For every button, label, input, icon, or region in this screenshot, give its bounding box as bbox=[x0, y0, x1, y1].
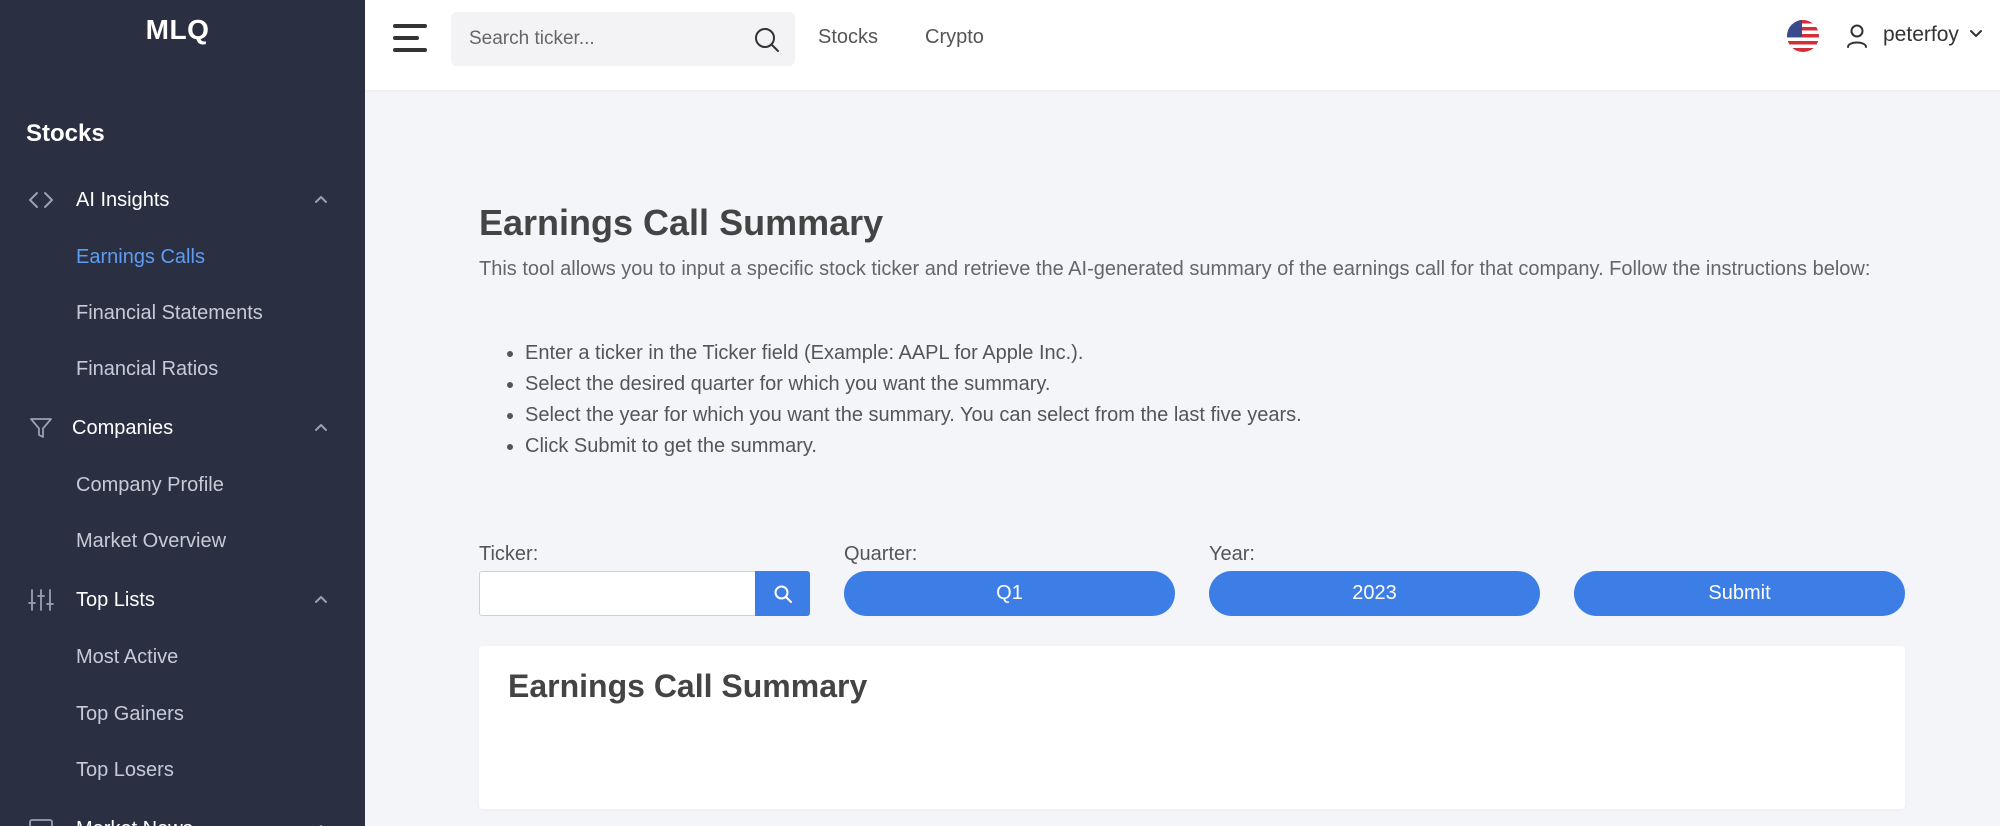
search-icon[interactable] bbox=[753, 26, 781, 54]
user-icon[interactable] bbox=[1845, 22, 1869, 50]
sidebar-group-market-news[interactable]: Market News bbox=[0, 807, 365, 826]
summary-card: Earnings Call Summary bbox=[479, 646, 1905, 809]
sidebar-item-financial-ratios[interactable]: Financial Ratios bbox=[76, 358, 218, 381]
chevron-up-icon bbox=[314, 588, 330, 610]
menu-icon[interactable] bbox=[393, 22, 429, 54]
search-box bbox=[451, 12, 795, 66]
year-select[interactable]: 2023 bbox=[1209, 571, 1540, 616]
ticker-input[interactable] bbox=[479, 571, 756, 616]
topbar: Stocks Crypto peterfoy bbox=[365, 0, 2000, 90]
list-item: Enter a ticker in the Ticker field (Exam… bbox=[479, 338, 1302, 369]
search-icon bbox=[774, 585, 792, 603]
list-item: Click Submit to get the summary. bbox=[479, 431, 1302, 462]
chevron-down-icon[interactable] bbox=[1969, 26, 1983, 42]
nav-link-stocks[interactable]: Stocks bbox=[818, 26, 878, 49]
monitor-icon bbox=[26, 815, 56, 826]
submit-button[interactable]: Submit bbox=[1574, 571, 1905, 616]
chevron-up-icon bbox=[314, 188, 330, 210]
sidebar-item-company-profile[interactable]: Company Profile bbox=[76, 474, 224, 497]
summary-card-title: Earnings Call Summary bbox=[508, 668, 868, 704]
ticker-search-button[interactable] bbox=[755, 571, 810, 616]
sidebar-group-label: Companies bbox=[72, 417, 174, 439]
sidebar-group-label: AI Insights bbox=[76, 189, 170, 211]
quarter-label: Quarter: bbox=[844, 543, 918, 565]
page-title: Earnings Call Summary bbox=[479, 202, 884, 243]
sidebar-item-most-active[interactable]: Most Active bbox=[76, 646, 178, 669]
sidebar-group-label: Top Lists bbox=[76, 589, 155, 611]
chevron-up-icon bbox=[314, 817, 330, 826]
sidebar-group-ai-insights[interactable]: AI Insights bbox=[0, 178, 365, 222]
intro-text: This tool allows you to input a specific… bbox=[479, 258, 1871, 280]
filter-icon bbox=[26, 414, 56, 442]
ticker-label: Ticker: bbox=[479, 543, 539, 565]
nav-link-crypto[interactable]: Crypto bbox=[925, 26, 984, 49]
sidebar: MLQ Stocks AI Insights Earnings Calls Fi… bbox=[0, 0, 365, 826]
list-item: Select the year for which you want the s… bbox=[479, 400, 1302, 431]
code-icon bbox=[26, 186, 56, 214]
sidebar-group-label: Market News bbox=[76, 818, 193, 826]
sidebar-item-earnings-calls[interactable]: Earnings Calls bbox=[76, 246, 205, 269]
us-flag-icon[interactable] bbox=[1787, 20, 1819, 52]
year-label: Year: bbox=[1209, 543, 1255, 565]
chevron-up-icon bbox=[314, 416, 330, 438]
list-item: Select the desired quarter for which you… bbox=[479, 369, 1302, 400]
sidebar-item-financial-statements[interactable]: Financial Statements bbox=[76, 302, 263, 325]
instructions-list: Enter a ticker in the Ticker field (Exam… bbox=[479, 338, 1302, 462]
username[interactable]: peterfoy bbox=[1883, 23, 1959, 47]
sidebar-heading: Stocks bbox=[26, 120, 105, 147]
sidebar-item-market-overview[interactable]: Market Overview bbox=[76, 530, 226, 553]
quarter-select[interactable]: Q1 bbox=[844, 571, 1175, 616]
sliders-icon bbox=[26, 586, 56, 614]
logo[interactable]: MLQ bbox=[0, 14, 355, 46]
sidebar-group-top-lists[interactable]: Top Lists bbox=[0, 578, 365, 622]
sidebar-item-top-gainers[interactable]: Top Gainers bbox=[76, 703, 184, 726]
sidebar-group-companies[interactable]: Companies bbox=[0, 406, 365, 450]
search-input[interactable] bbox=[469, 12, 749, 66]
sidebar-item-top-losers[interactable]: Top Losers bbox=[76, 759, 174, 782]
